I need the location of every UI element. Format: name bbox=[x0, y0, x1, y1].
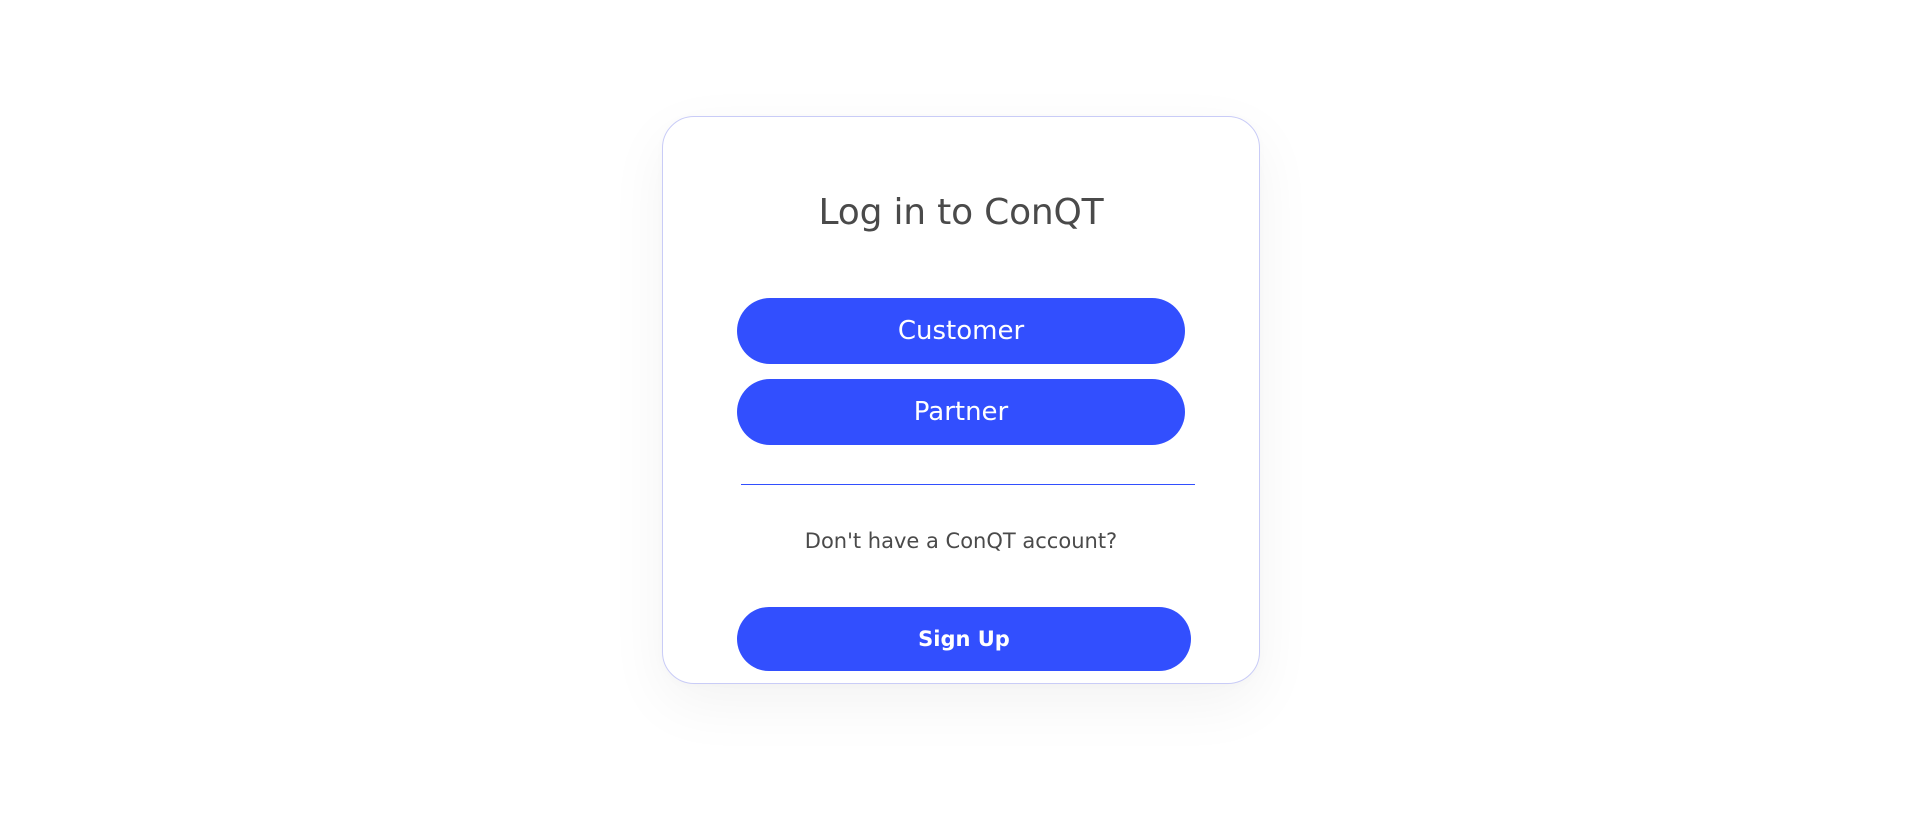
login-title: Log in to ConQT bbox=[818, 192, 1104, 233]
divider bbox=[741, 484, 1195, 485]
signup-prompt: Don't have a ConQT account? bbox=[804, 529, 1118, 553]
login-card: Log in to ConQT Customer Partner Don't h… bbox=[662, 116, 1260, 684]
customer-login-button[interactable]: Customer bbox=[737, 298, 1185, 364]
sign-up-button[interactable]: Sign Up bbox=[737, 607, 1191, 671]
partner-login-button[interactable]: Partner bbox=[737, 379, 1185, 445]
page-background: Log in to ConQT Customer Partner Don't h… bbox=[0, 0, 1920, 827]
